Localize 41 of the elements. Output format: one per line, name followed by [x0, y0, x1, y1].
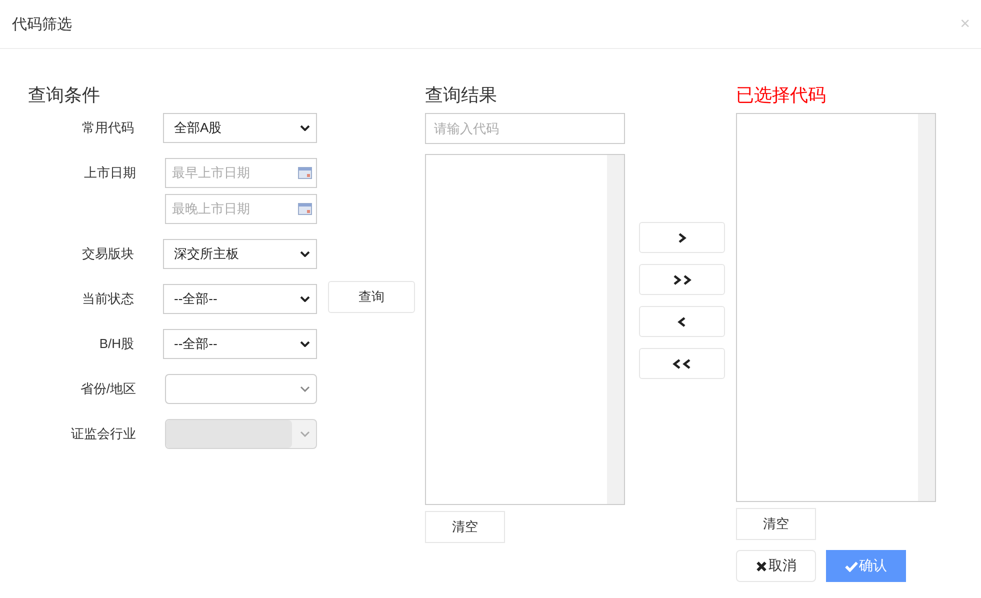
- window-title: 代码筛选: [12, 14, 72, 34]
- field-label: 常用代码: [81, 119, 134, 137]
- caret-icon: [300, 386, 310, 392]
- move-button[interactable]: [639, 348, 725, 379]
- field-label: 上市日期: [83, 164, 136, 182]
- caret-icon: [300, 296, 310, 302]
- clear-button[interactable]: 清空: [736, 508, 816, 540]
- chevron-right-icon: [677, 232, 687, 244]
- caret-icon: [300, 125, 310, 131]
- caret-icon: [300, 251, 310, 257]
- field-label: 省份/地区: [79, 380, 136, 398]
- field-label: 当前状态: [81, 290, 134, 308]
- cancel-button[interactable]: 取消: [736, 550, 816, 582]
- chevron-left-icon: [677, 316, 687, 328]
- dropdown[interactable]: [165, 374, 317, 404]
- calendar-icon: [298, 167, 312, 179]
- selected-list[interactable]: [736, 113, 936, 502]
- dropdown[interactable]: --全部--: [163, 329, 317, 359]
- results-list[interactable]: [425, 154, 625, 505]
- calendar-icon: [298, 203, 312, 215]
- move-button[interactable]: [639, 264, 725, 295]
- clear-button[interactable]: 清空: [425, 511, 505, 543]
- section-heading: 已选择代码: [736, 84, 827, 107]
- field-label: 证监会行业: [70, 425, 136, 443]
- section-heading: 查询结果: [425, 84, 498, 107]
- chevron-right-icon: [672, 274, 692, 286]
- close-icon: [756, 560, 766, 572]
- dropdown[interactable]: 全部A股: [163, 113, 317, 143]
- caret-icon: [300, 431, 310, 437]
- scrollbar[interactable]: [918, 114, 935, 501]
- field-label: B/H股: [98, 335, 134, 353]
- query-button[interactable]: 查询: [328, 281, 415, 313]
- check-icon: [845, 560, 858, 572]
- dropdown[interactable]: --全部--: [163, 284, 317, 314]
- section-heading: 查询条件: [28, 84, 101, 107]
- field-label: 交易版块: [81, 245, 134, 263]
- dropdown[interactable]: 深交所主板: [163, 239, 317, 269]
- chevron-left-icon: [672, 358, 692, 370]
- search-field[interactable]: 请输入代码: [425, 113, 625, 144]
- scrollbar[interactable]: [607, 155, 624, 504]
- caret-icon: [300, 341, 310, 347]
